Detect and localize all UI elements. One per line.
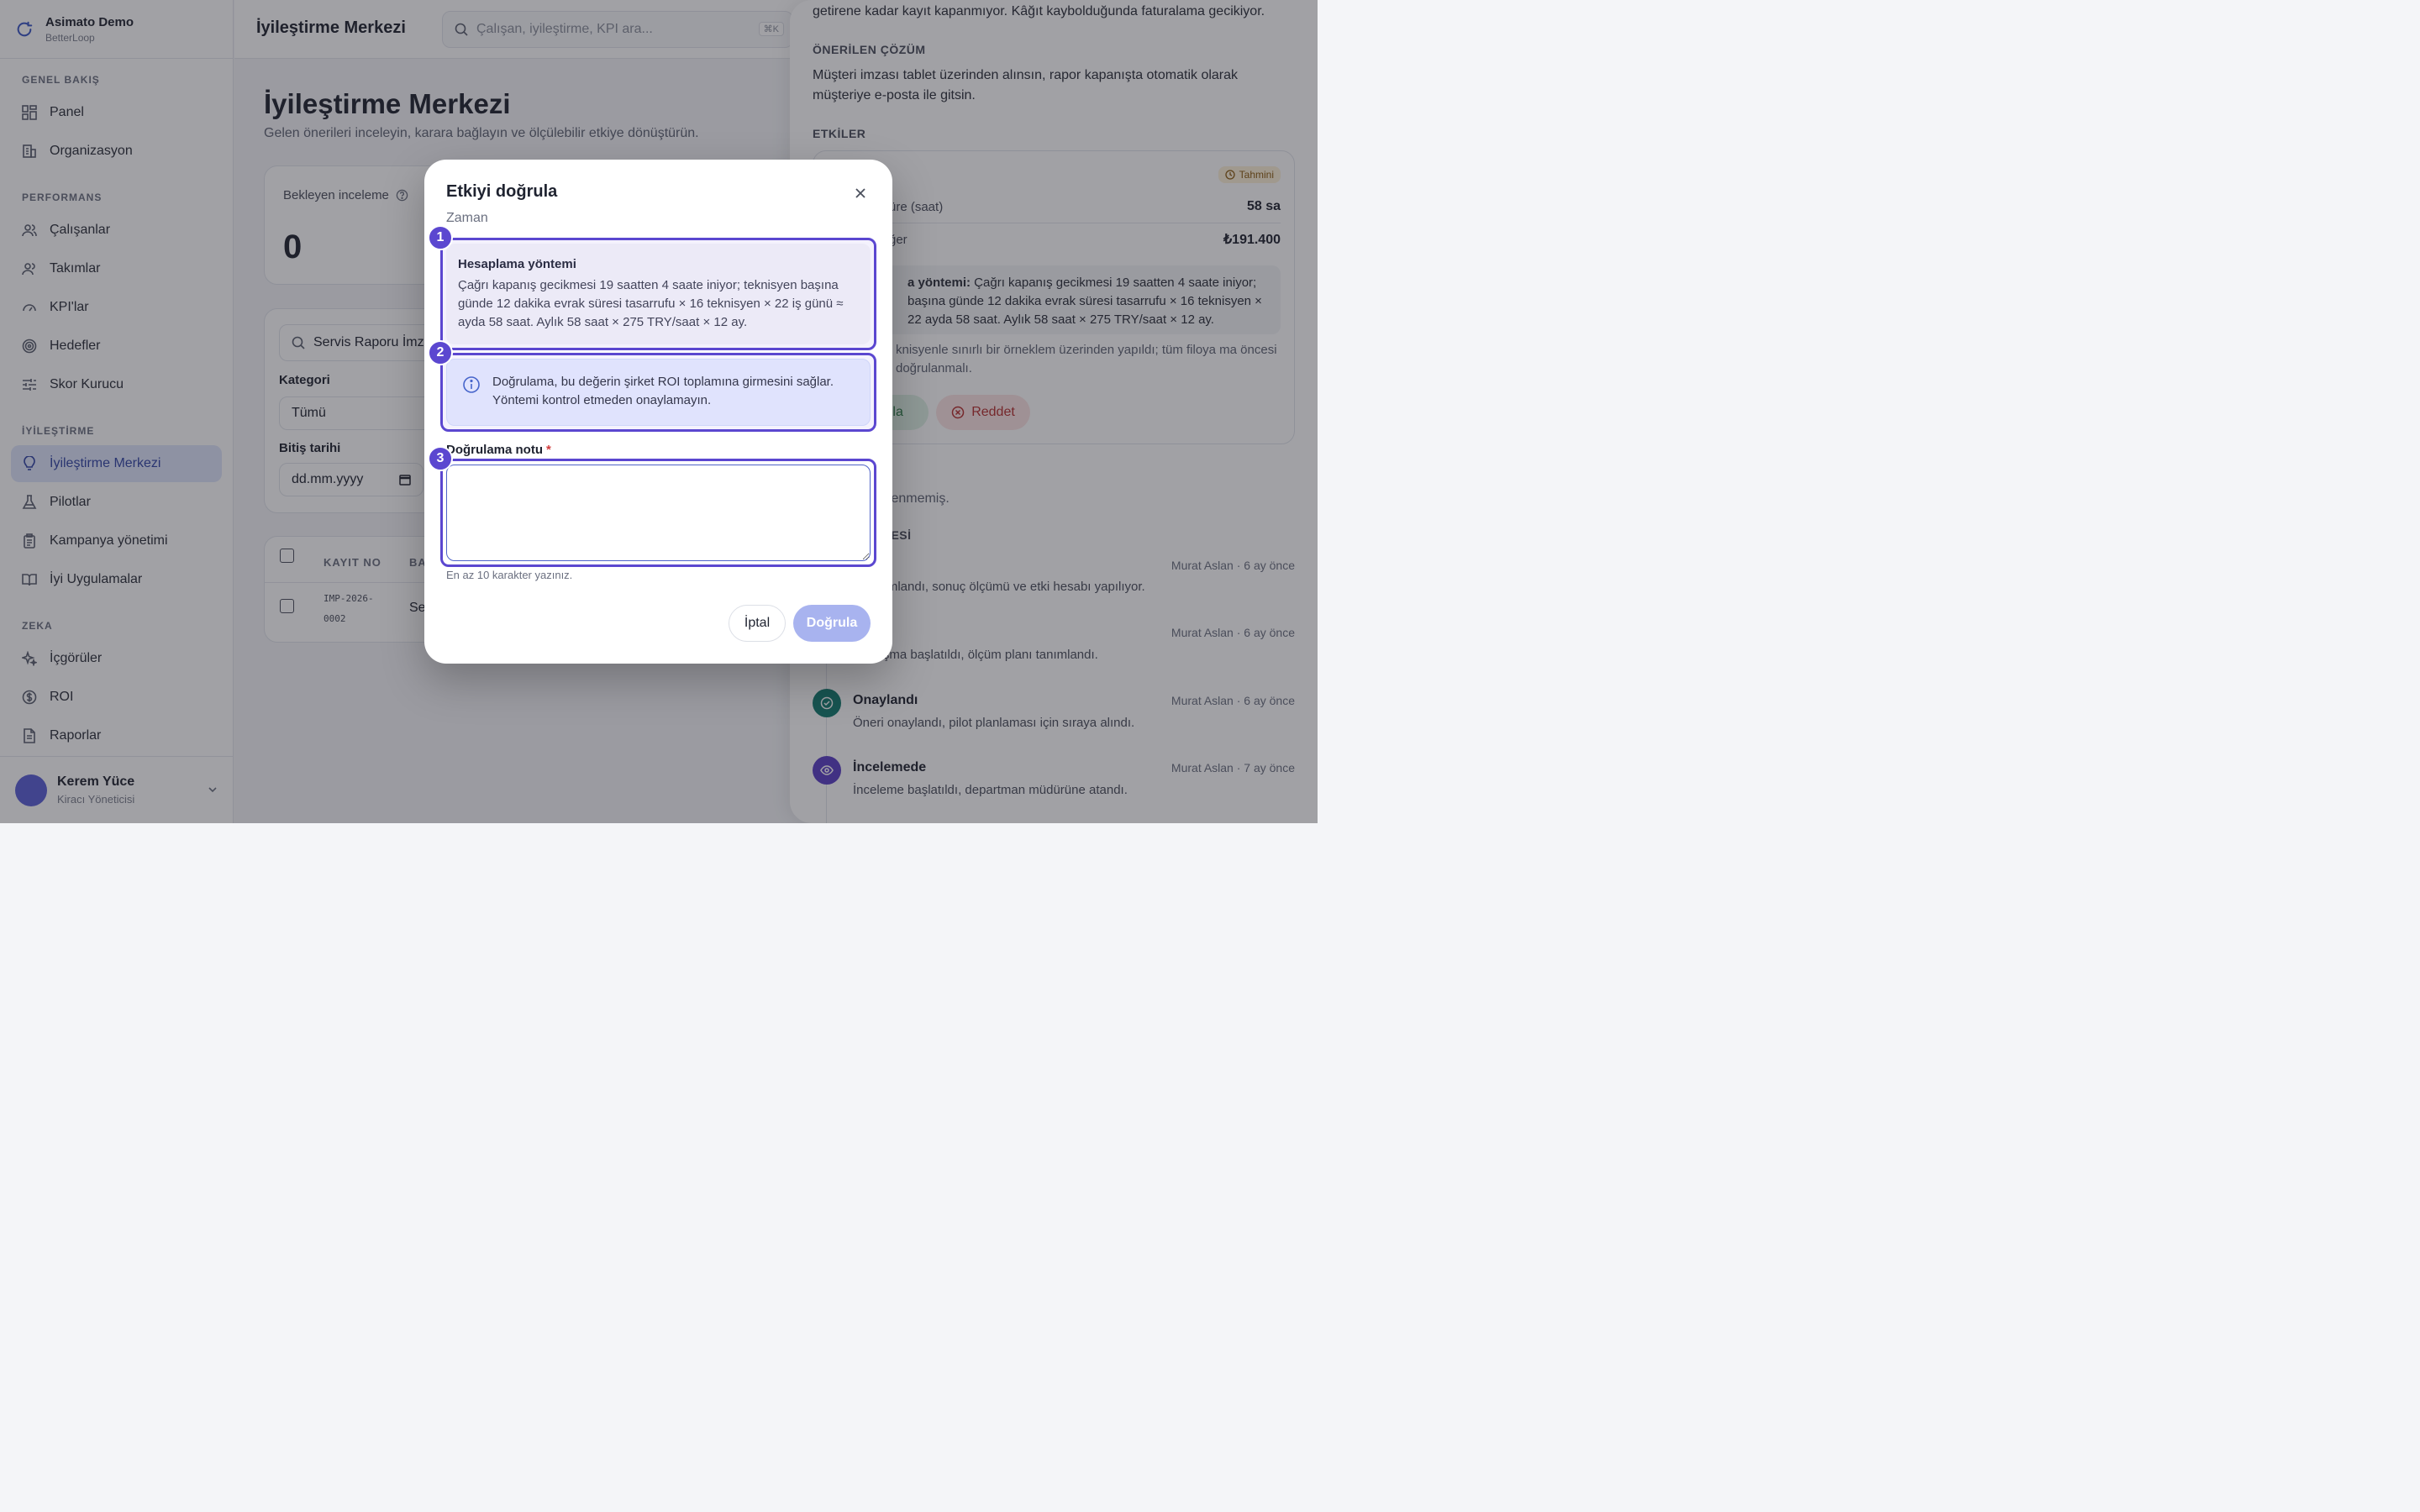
verify-impact-dialog: Etkiyi doğrula Zaman Hesaplama yöntemi Ç… [424,160,892,664]
confirm-verify-button[interactable]: Doğrula [793,605,871,642]
step-badge-3: 3 [428,446,453,471]
cancel-button[interactable]: İptal [729,605,786,642]
dialog-subtitle: Zaman [446,211,488,225]
dialog-title: Etkiyi doğrula [446,182,558,201]
note-label-text: Doğrulama notu [446,443,543,457]
required-marker: * [546,443,551,457]
note-label: Doğrulama notu * [446,443,551,457]
step-badge-1: 1 [428,225,453,250]
verification-note-field[interactable] [446,465,871,561]
note-hint: En az 10 karakter yazınız. [446,569,573,581]
highlight-step-2 [440,353,876,432]
close-icon[interactable] [850,183,871,203]
highlight-step-1 [440,238,876,350]
step-badge-2: 2 [428,340,453,365]
